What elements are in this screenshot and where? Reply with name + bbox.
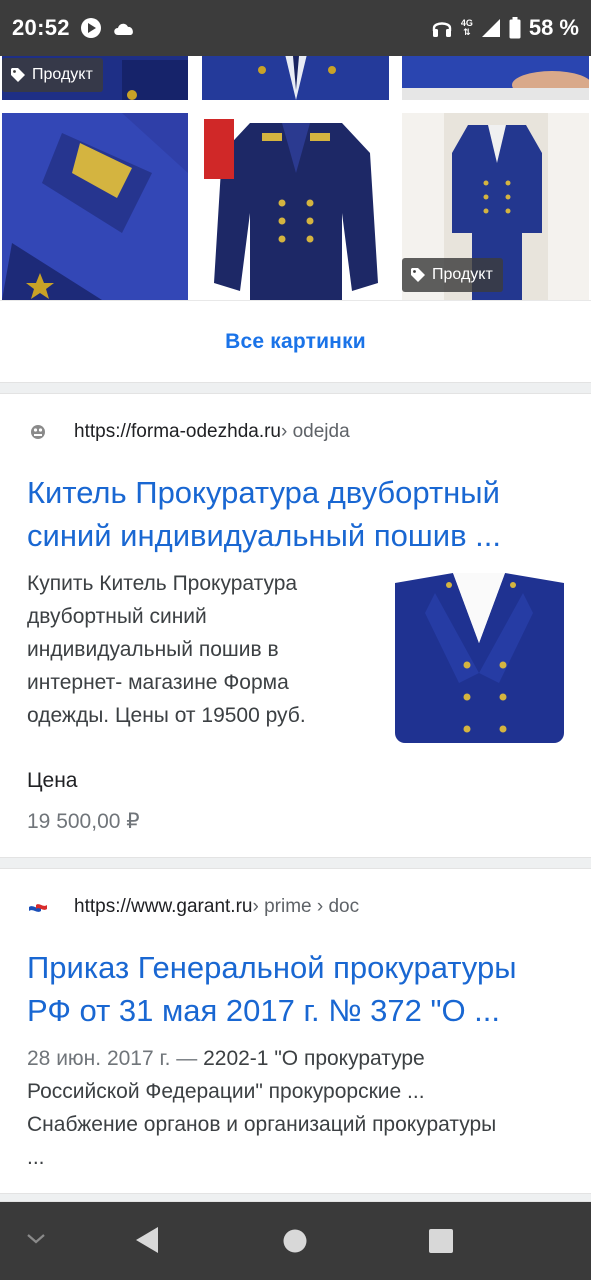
price-value: 19 500,00 ₽: [27, 810, 140, 833]
divider: [0, 1193, 591, 1202]
divider: [0, 382, 591, 394]
image-tile[interactable]: [202, 113, 389, 300]
status-time: 20:52: [12, 15, 70, 40]
tag-icon: [411, 268, 425, 282]
tag-icon: [11, 68, 25, 82]
image-tile[interactable]: [2, 113, 188, 300]
result-path: › odejda: [281, 421, 350, 442]
signal-icon: [481, 19, 500, 37]
search-result: https://www.garant.ru › prime › doc Прик…: [0, 870, 591, 1195]
result-snippet: 28 июн. 2017 г. — 2202-1 "О прокуратуре …: [27, 1042, 497, 1174]
result-path: › prime › doc: [252, 896, 360, 917]
navigation-bar: [0, 1202, 591, 1280]
cloud-icon: [114, 23, 133, 35]
product-chip-label: Продукт: [32, 66, 93, 83]
result-date: 28 июн. 2017 г. —: [27, 1047, 204, 1070]
product-chip-label: Продукт: [432, 266, 493, 283]
play-icon: [80, 18, 101, 38]
result-thumbnail[interactable]: [395, 573, 564, 743]
result-url: https://www.garant.ru: [74, 896, 253, 917]
product-chip[interactable]: Продукт: [2, 58, 103, 92]
result-source[interactable]: https://forma-odezhda.ru › odejda: [28, 421, 350, 443]
back-icon[interactable]: [134, 1226, 160, 1254]
result-url: https://forma-odezhda.ru: [74, 421, 281, 442]
product-chip[interactable]: Продукт: [402, 258, 503, 292]
network-type: 4G ⇅: [460, 18, 473, 37]
result-title[interactable]: Приказ Генеральной прокуратуры РФ от 31 …: [27, 946, 567, 1032]
home-icon[interactable]: [282, 1228, 308, 1254]
headphones-icon: [432, 22, 452, 37]
battery-icon: [509, 17, 521, 39]
site-favicon-icon: [31, 425, 45, 439]
price-label: Цена: [27, 769, 78, 792]
result-source[interactable]: https://www.garant.ru › prime › doc: [28, 896, 359, 918]
status-bar: 20:52 4G ⇅ 58 %: [0, 0, 591, 56]
result-title[interactable]: Китель Прокуратура двубортный синий инди…: [27, 471, 567, 557]
battery-percent: 58 %: [528, 15, 579, 40]
recents-icon[interactable]: [428, 1228, 454, 1254]
divider: [0, 857, 591, 869]
chevron-down-icon[interactable]: [26, 1232, 46, 1246]
search-result: https://forma-odezhda.ru › odejda Китель…: [0, 395, 591, 857]
all-images-label: Все картинки: [225, 329, 366, 353]
result-snippet: Купить Китель Прокуратура двубортный син…: [27, 572, 306, 727]
site-favicon-icon: [29, 904, 47, 912]
all-images-link[interactable]: Все картинки: [0, 300, 591, 382]
